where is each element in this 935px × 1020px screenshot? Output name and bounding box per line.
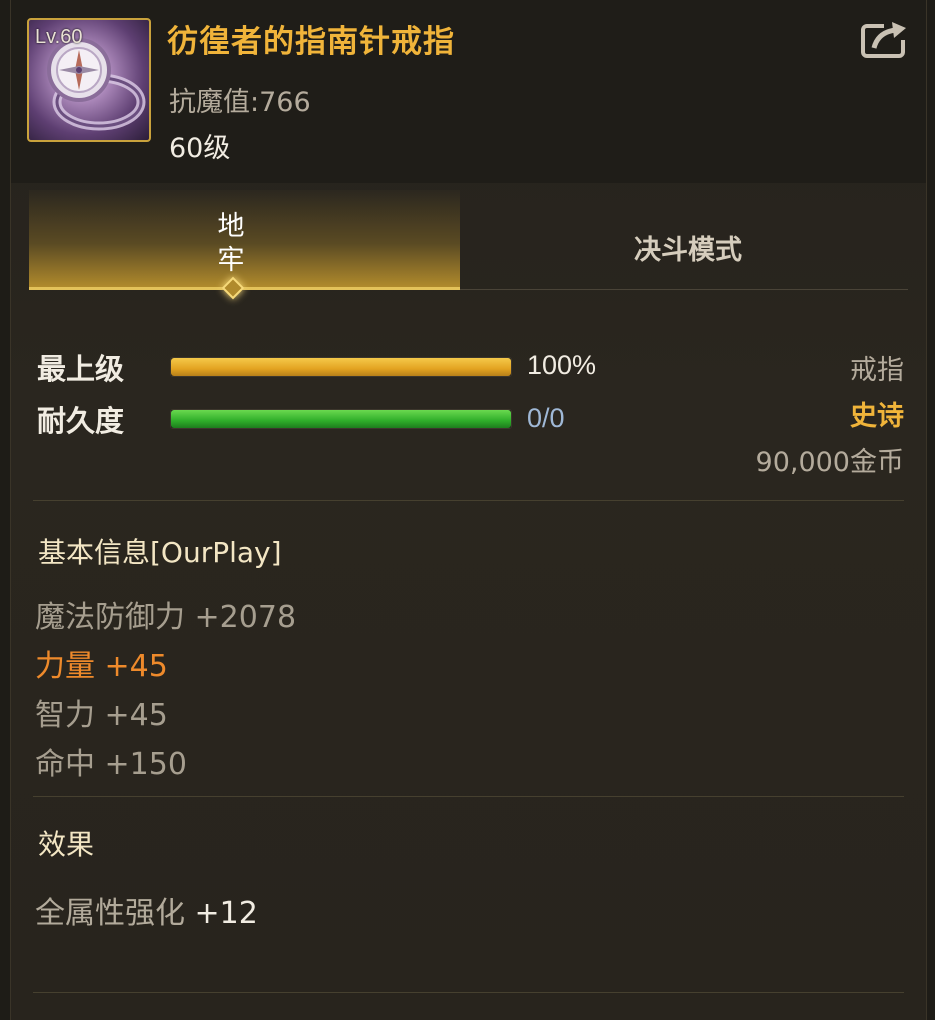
active-tab-indicator [221, 276, 245, 300]
attr-value: +2078 [194, 600, 297, 635]
attr-name: 力量 [35, 649, 95, 684]
share-export-icon[interactable] [860, 18, 910, 60]
divider [33, 796, 904, 797]
item-price: 90,000金币 [755, 447, 904, 478]
attr-name: 命中 [35, 747, 95, 782]
attr-value: +45 [104, 698, 168, 733]
item-header: Lv.60 彷徨者的指南针戒指 抗魔值:766 60级 [11, 0, 926, 183]
attr-name: 魔法防御力 [35, 600, 185, 635]
item-type: 戒指 [850, 355, 904, 386]
grade-bar [170, 357, 512, 377]
grade-label: 最上级 [37, 352, 125, 386]
grade-bar-fill [171, 358, 511, 376]
item-rarity: 史诗 [850, 401, 904, 432]
attr-row: 命中 +150 [35, 739, 187, 783]
tab-duel-mode[interactable]: 决斗模式 [460, 190, 908, 290]
attr-value: +150 [104, 747, 187, 782]
tab-dungeon-label: 地牢 [217, 211, 245, 276]
item-tooltip-panel: Lv.60 彷徨者的指南针戒指 抗魔值:766 60级 地牢 决斗模式 最上级 … [10, 0, 927, 1020]
durability-bar-fill [171, 410, 511, 428]
level-requirement: 60级 [169, 133, 231, 164]
grade-value: 100% [527, 350, 597, 380]
attr-row: 魔法防御力 +2078 [35, 592, 296, 636]
item-name: 彷徨者的指南针戒指 [167, 24, 455, 60]
divider [33, 992, 904, 993]
tab-dungeon[interactable]: 地牢 [29, 190, 460, 300]
durability-label: 耐久度 [37, 404, 125, 438]
basic-info-title: 基本信息[OurPlay] [38, 536, 282, 569]
effect-row: 全属性强化 +12 [35, 888, 258, 932]
tab-duel-label: 决斗模式 [634, 235, 742, 266]
divider [33, 500, 904, 501]
effect-value: +12 [194, 896, 258, 931]
magic-resist-value: 抗魔值:766 [169, 87, 311, 118]
item-level-badge: Lv.60 [35, 26, 83, 48]
attr-row: 力量 +45 [35, 641, 168, 685]
attr-name: 智力 [35, 698, 95, 733]
mode-tabs: 地牢 决斗模式 [29, 190, 908, 300]
attr-value: +45 [104, 649, 168, 684]
attr-row: 智力 +45 [35, 690, 168, 734]
durability-value: 0/0 [527, 403, 565, 433]
durability-bar [170, 409, 512, 429]
effect-name: 全属性强化 [35, 896, 185, 931]
effects-title: 效果 [38, 828, 95, 861]
